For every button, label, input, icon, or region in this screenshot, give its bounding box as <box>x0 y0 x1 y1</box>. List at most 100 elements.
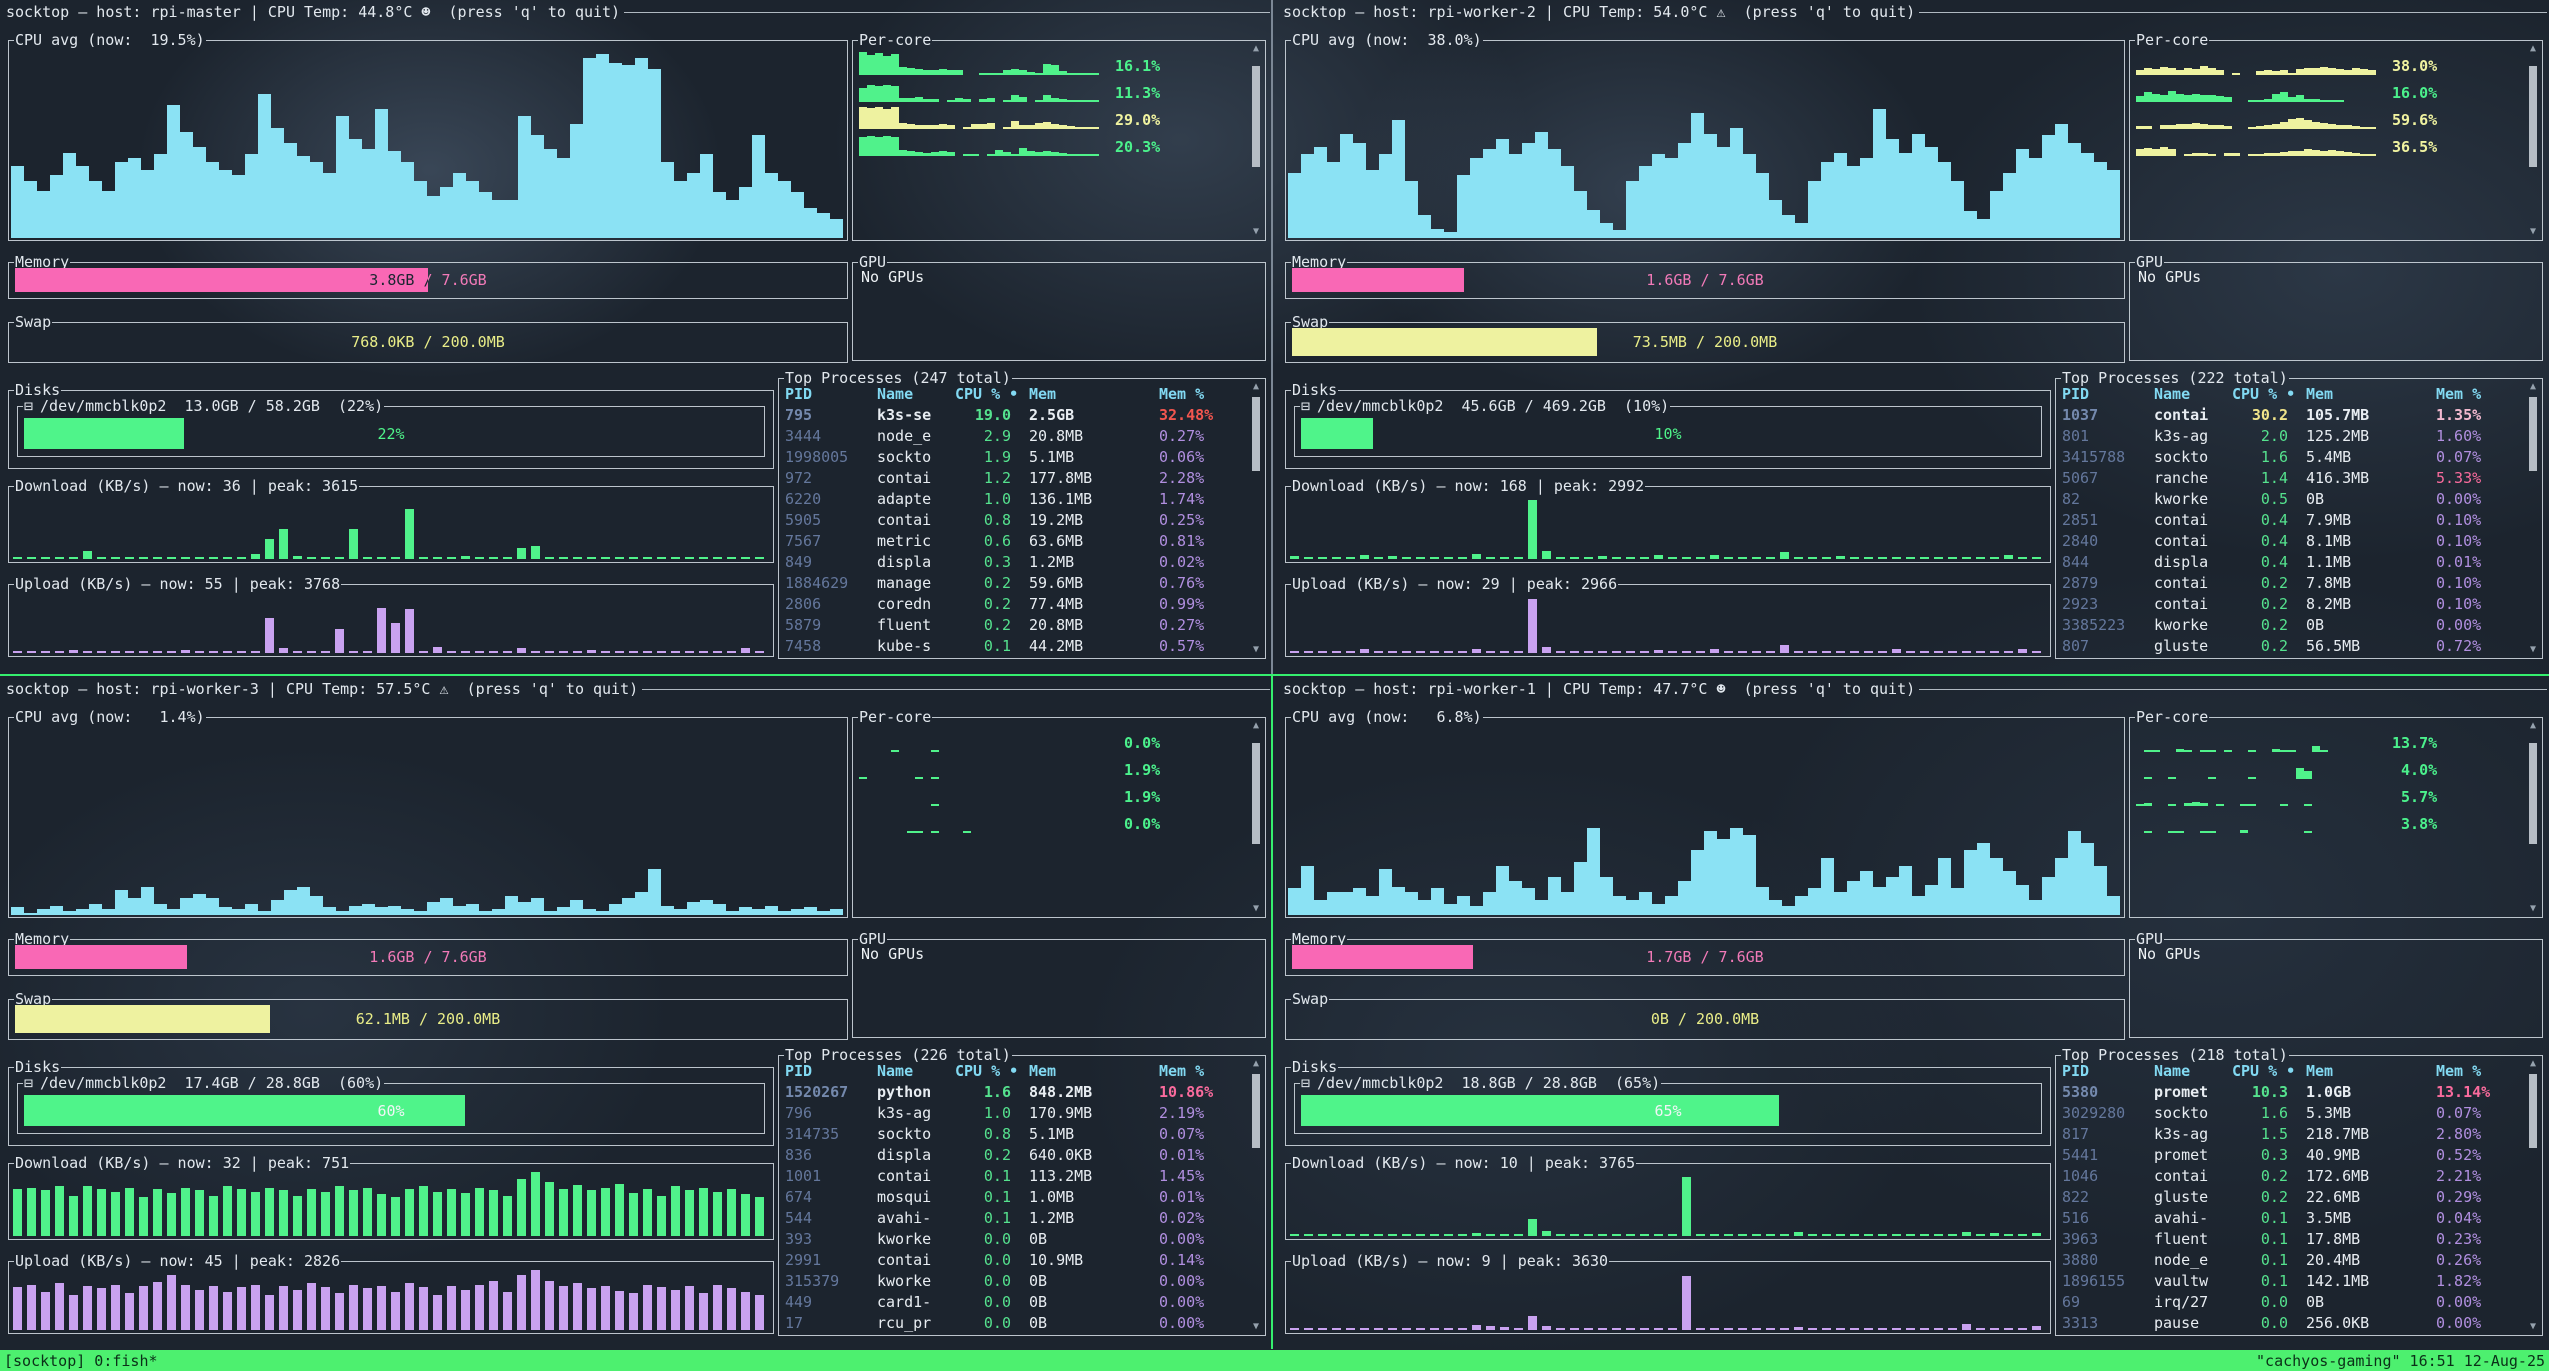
process-row[interactable]: 3963fluent0.117.8MB0.23% <box>2062 1229 2520 1250</box>
col-header-cpu[interactable]: CPU % • <box>2232 384 2302 405</box>
process-row[interactable]: 69irq/270.00B0.00% <box>2062 1292 2520 1313</box>
scroll-down-icon[interactable]: ▼ <box>1249 644 1263 655</box>
scroll-down-icon[interactable]: ▼ <box>1249 226 1263 237</box>
process-row[interactable]: 7567metric0.663.6MB0.81% <box>785 531 1243 552</box>
process-row[interactable]: 3880node_e0.120.4MB0.26% <box>2062 1250 2520 1271</box>
chart-bar <box>362 904 375 915</box>
process-row[interactable]: 5879fluent0.220.8MB0.27% <box>785 615 1243 636</box>
chart-bar <box>13 1189 22 1236</box>
process-row[interactable]: 3313pause0.0256.0KB0.00% <box>2062 1313 2520 1334</box>
process-row[interactable]: 807gluste0.256.5MB0.72% <box>2062 636 2520 657</box>
process-row[interactable]: 2923contai0.28.2MB0.10% <box>2062 594 2520 615</box>
process-row[interactable]: 314735sockto0.85.1MB0.07% <box>785 1124 1243 1145</box>
process-row[interactable]: 449card1-0.00B0.00% <box>785 1292 1243 1313</box>
process-row[interactable]: 2991contai0.010.9MB0.14% <box>785 1250 1243 1271</box>
scroll-thumb[interactable] <box>1252 743 1260 844</box>
scrollbar[interactable]: ▲▼ <box>2526 381 2540 655</box>
process-row[interactable]: 1520267python1.6848.2MB10.86% <box>785 1082 1243 1103</box>
scroll-thumb[interactable] <box>1252 66 1260 167</box>
scroll-thumb[interactable] <box>2529 1074 2537 1148</box>
process-row[interactable]: 544avahi-0.11.2MB0.02% <box>785 1208 1243 1229</box>
scroll-thumb[interactable] <box>1252 397 1260 471</box>
scroll-down-icon[interactable]: ▼ <box>1249 1321 1263 1332</box>
col-header-cpu[interactable]: CPU % • <box>2232 1061 2302 1082</box>
scroll-thumb[interactable] <box>2529 66 2537 167</box>
chart-bar <box>1091 154 1099 156</box>
scrollbar[interactable]: ▲▼ <box>1249 43 1263 237</box>
process-row[interactable]: 5380promet10.31.0GB13.14% <box>2062 1082 2520 1103</box>
process-row[interactable]: 836displa0.2640.0KB0.01% <box>785 1145 1243 1166</box>
scrollbar[interactable]: ▲▼ <box>1249 381 1263 655</box>
scroll-up-icon[interactable]: ▲ <box>2526 381 2540 392</box>
scrollbar[interactable]: ▲▼ <box>1249 720 1263 914</box>
process-row[interactable]: 3385223kworke0.20B0.00% <box>2062 615 2520 636</box>
col-header-cpu[interactable]: CPU % • <box>955 1061 1025 1082</box>
process-row[interactable]: 7458kube-s0.144.2MB0.57% <box>785 636 1243 657</box>
process-row[interactable]: 6220adapte1.0136.1MB1.74% <box>785 489 1243 510</box>
process-row[interactable]: 82kworke0.50B0.00% <box>2062 489 2520 510</box>
scroll-down-icon[interactable]: ▼ <box>2526 1321 2540 1332</box>
pane-rpi-master[interactable]: socktop — host: rpi-master | CPU Temp: 4… <box>0 0 1272 673</box>
cell-pid: 315379 <box>785 1271 877 1292</box>
scroll-up-icon[interactable]: ▲ <box>1249 381 1263 392</box>
process-row[interactable]: 1884629manage0.259.6MB0.76% <box>785 573 1243 594</box>
process-row[interactable]: 2840contai0.48.1MB0.10% <box>2062 531 2520 552</box>
pane-divider-vertical-bottom[interactable] <box>1271 676 1273 1349</box>
process-row[interactable]: 5905contai0.819.2MB0.25% <box>785 510 1243 531</box>
process-row[interactable]: 2806coredn0.277.4MB0.99% <box>785 594 1243 615</box>
process-row[interactable]: 3415788sockto1.65.4MB0.07% <box>2062 447 2520 468</box>
process-row[interactable]: 817k3s-ag1.5218.7MB2.80% <box>2062 1124 2520 1145</box>
memory-gauge: 1.7GB / 7.6GB1.7GB / 7.6GB <box>1290 943 2120 971</box>
pane-rpi-worker-3[interactable]: socktop — host: rpi-worker-3 | CPU Temp:… <box>0 677 1272 1350</box>
process-row[interactable]: 315379kworke0.00B0.00% <box>785 1271 1243 1292</box>
scroll-down-icon[interactable]: ▼ <box>2526 226 2540 237</box>
process-row[interactable]: 1037contai30.2105.7MB1.35% <box>2062 405 2520 426</box>
process-row[interactable]: 1998005sockto1.95.1MB0.06% <box>785 447 1243 468</box>
process-row[interactable]: 5067ranche1.4416.3MB5.33% <box>2062 468 2520 489</box>
chart-bar <box>1402 651 1411 653</box>
pane-rpi-worker-1[interactable]: socktop — host: rpi-worker-1 | CPU Temp:… <box>1277 677 2549 1350</box>
scroll-up-icon[interactable]: ▲ <box>2526 1058 2540 1069</box>
process-row[interactable]: 1001contai0.1113.2MB1.45% <box>785 1166 1243 1187</box>
scroll-up-icon[interactable]: ▲ <box>1249 43 1263 54</box>
scroll-thumb[interactable] <box>2529 743 2537 844</box>
process-row[interactable]: 3444node_e2.920.8MB0.27% <box>785 426 1243 447</box>
status-session-window[interactable]: [socktop] 0:fish* <box>4 1352 2256 1370</box>
process-row[interactable]: 2851contai0.47.9MB0.10% <box>2062 510 2520 531</box>
process-row[interactable]: 3029280sockto1.65.3MB0.07% <box>2062 1103 2520 1124</box>
process-row[interactable]: 674mosqui0.11.0MB0.01% <box>785 1187 1243 1208</box>
process-row[interactable]: 1046contai0.2172.6MB2.21% <box>2062 1166 2520 1187</box>
scrollbar[interactable]: ▲▼ <box>2526 43 2540 237</box>
pane-rpi-worker-2[interactable]: socktop — host: rpi-worker-2 | CPU Temp:… <box>1277 0 2549 673</box>
process-row[interactable]: 393kworke0.00B0.00% <box>785 1229 1243 1250</box>
scroll-down-icon[interactable]: ▼ <box>2526 903 2540 914</box>
process-row[interactable]: 822gluste0.222.6MB0.29% <box>2062 1187 2520 1208</box>
pane-divider-horizontal[interactable] <box>0 674 2549 676</box>
process-row[interactable]: 844displa0.41.1MB0.01% <box>2062 552 2520 573</box>
process-row[interactable]: 516avahi-0.13.5MB0.04% <box>2062 1208 2520 1229</box>
chart-bar <box>2055 124 2068 238</box>
scrollbar[interactable]: ▲▼ <box>1249 1058 1263 1332</box>
scroll-up-icon[interactable]: ▲ <box>2526 720 2540 731</box>
process-row[interactable]: 801k3s-ag2.0125.2MB1.60% <box>2062 426 2520 447</box>
pane-divider-vertical-top[interactable] <box>1271 0 1273 674</box>
scroll-thumb[interactable] <box>1252 1074 1260 1148</box>
scroll-down-icon[interactable]: ▼ <box>1249 903 1263 914</box>
scroll-thumb[interactable] <box>2529 397 2537 471</box>
scrollbar[interactable]: ▲▼ <box>2526 720 2540 914</box>
process-row[interactable]: 795k3s-se19.02.5GB32.48% <box>785 405 1243 426</box>
scroll-up-icon[interactable]: ▲ <box>1249 1058 1263 1069</box>
scrollbar[interactable]: ▲▼ <box>2526 1058 2540 1332</box>
scroll-down-icon[interactable]: ▼ <box>2526 644 2540 655</box>
chart-bar <box>1730 828 1743 915</box>
process-row[interactable]: 796k3s-ag1.0170.9MB2.19% <box>785 1103 1243 1124</box>
col-header-cpu[interactable]: CPU % • <box>955 384 1025 405</box>
process-row[interactable]: 849displa0.31.2MB0.02% <box>785 552 1243 573</box>
process-row[interactable]: 1896155vaultw0.1142.1MB1.82% <box>2062 1271 2520 1292</box>
process-row[interactable]: 2879contai0.27.8MB0.10% <box>2062 573 2520 594</box>
scroll-up-icon[interactable]: ▲ <box>1249 720 1263 731</box>
process-row[interactable]: 17rcu_pr0.00B0.00% <box>785 1313 1243 1334</box>
process-row[interactable]: 5441promet0.340.9MB0.52% <box>2062 1145 2520 1166</box>
scroll-up-icon[interactable]: ▲ <box>2526 43 2540 54</box>
process-row[interactable]: 972contai1.2177.8MB2.28% <box>785 468 1243 489</box>
